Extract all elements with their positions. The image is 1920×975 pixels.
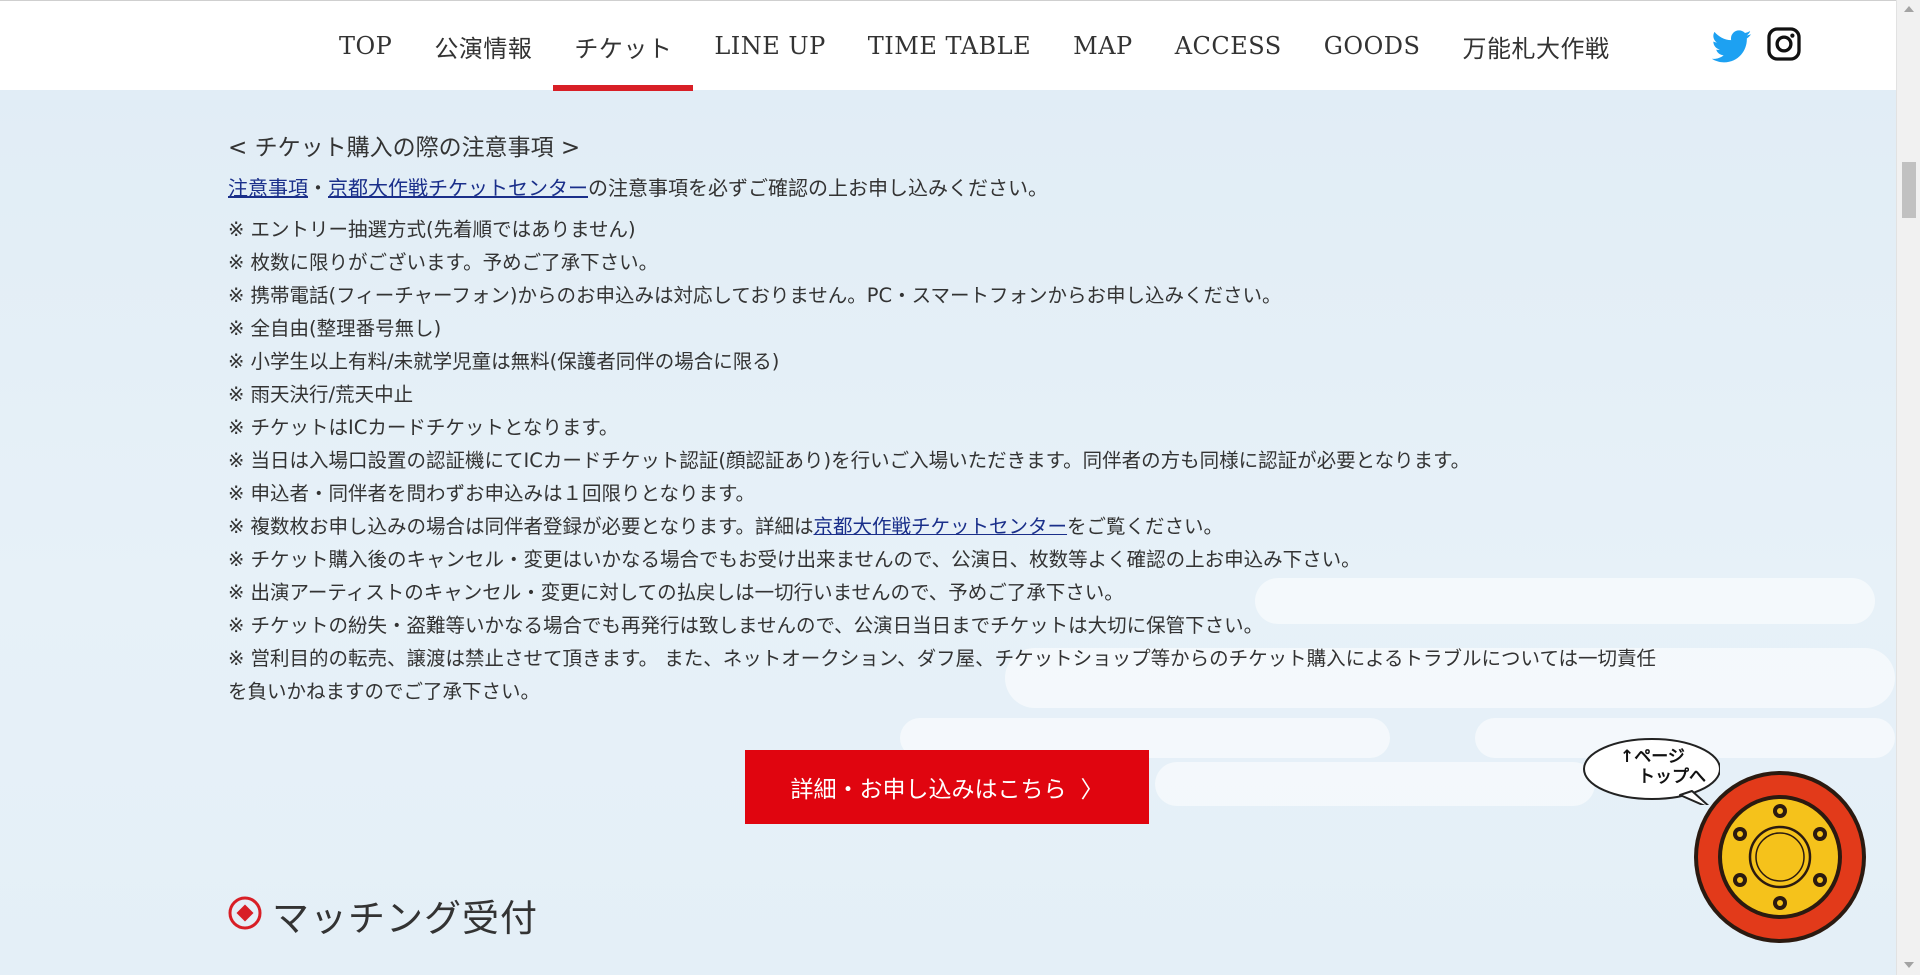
note-item: ※ 出演アーティストのキャンセル・変更に対しての払戻しは一切行いませんので、予め… [228,581,1124,604]
scrollbar-thumb[interactable] [1902,162,1916,218]
page-top-button[interactable]: ↑ページ トップへ [1580,733,1880,953]
note-text: ※ 複数枚お申し込みの場合は同伴者登録が必要となります。詳細は [228,515,814,538]
note-item: ※ エントリー抽選方式(先着順ではありません) [228,218,636,241]
nav-item-map[interactable]: MAP [1052,1,1154,91]
apply-details-button[interactable]: 詳細・お申し込みはこちら 〉 [745,750,1149,824]
note-item: ※ 申込者・同伴者を問わずお申込みは１回限りとなります。 [228,482,756,505]
note-item: ※ 枚数に限りがございます。予めご了承下さい。 [228,251,659,274]
note-item: ※ チケットはICカードチケットとなります。 [228,416,619,439]
note-item: ※ 雨天決行/荒天中止 [228,383,414,406]
nav-item-bannoufuda[interactable]: 万能札大作戦 [1441,1,1630,91]
instagram-icon[interactable] [1766,26,1806,66]
nav-item-performance-info[interactable]: 公演情報 [413,1,553,91]
note-item-with-link: ※ 複数枚お申し込みの場合は同伴者登録が必要となります。詳細は京都大作戦チケット… [228,510,1678,543]
note-item: ※ 小学生以上有料/未就学児童は無料(保護者同伴の場合に限る) [228,350,780,373]
intro-separator: ・ [308,176,328,200]
note-item: ※ チケットの紛失・盗難等いかなる場合でも再発行は致しませんので、公演日当日まで… [228,614,1264,637]
notes-list: ※ エントリー抽選方式(先着順ではありません) ※ 枚数に限りがございます。予め… [228,213,1678,708]
nav-item-time-table[interactable]: TIME TABLE [847,1,1052,91]
notes-link[interactable]: 注意事項 [228,176,308,200]
note-item: ※ 携帯電話(フィーチャーフォン)からのお申込みは対応しておりません。PC・スマ… [228,284,1282,307]
main-nav: TOP 公演情報 チケット LINE UP TIME TABLE MAP ACC… [318,1,1630,91]
social-links [1711,26,1806,66]
note-item: ※ チケット購入後のキャンセル・変更はいかなる場合でもお受け出来ませんので、公演… [228,548,1361,571]
twitter-icon[interactable] [1711,26,1752,66]
section-title: マッチング受付 [272,897,538,940]
nav-item-ticket[interactable]: チケット [553,1,694,91]
section-heading: マッチング受付 [228,888,538,942]
target-marker-icon [228,896,262,934]
page: TOP 公演情報 チケット LINE UP TIME TABLE MAP ACC… [0,0,1896,975]
nav-item-top[interactable]: TOP [318,1,413,91]
nav-item-line-up[interactable]: LINE UP [693,1,846,91]
ticket-notes: < チケット購入の際の注意事項 > 注意事項・京都大作戦チケットセンターの注意事… [228,128,1678,708]
nav-item-goods[interactable]: GOODS [1303,1,1442,91]
nav-item-access[interactable]: ACCESS [1154,1,1303,91]
notes-title: < チケット購入の際の注意事項 > [228,135,581,161]
note-item: ※ 営利目的の転売、譲渡は禁止させて頂きます。 また、ネットオークション、ダフ屋… [228,647,1657,703]
ticket-center-link[interactable]: 京都大作戦チケットセンター [328,176,588,200]
ticket-center-link[interactable]: 京都大作戦チケットセンター [814,515,1068,538]
note-item: ※ 当日は入場口設置の認証機にてICカードチケット認証(顔認証あり)を行いご入場… [228,449,1471,472]
note-text: をご覧ください。 [1067,515,1224,538]
site-header: TOP 公演情報 チケット LINE UP TIME TABLE MAP ACC… [0,0,1896,91]
vertical-scrollbar[interactable] [1896,0,1920,975]
note-item: ※ 全自由(整理番号無し) [228,317,442,340]
scroll-up-arrow-icon[interactable] [1903,4,1915,14]
scroll-down-arrow-icon[interactable] [1903,960,1915,970]
apply-details-label: 詳細・お申し込みはこちら [790,777,1067,803]
chevron-right-icon: 〉 [1080,777,1104,803]
notes-intro: 注意事項・京都大作戦チケットセンターの注意事項を必ずご確認の上お申し込みください… [228,172,1678,201]
family-crest-icon [1694,771,1866,943]
page-top-line1: ↑ページ [1620,747,1685,767]
cloud-decoration [1155,762,1595,806]
intro-text: の注意事項を必ずご確認の上お申し込みください。 [588,176,1048,200]
